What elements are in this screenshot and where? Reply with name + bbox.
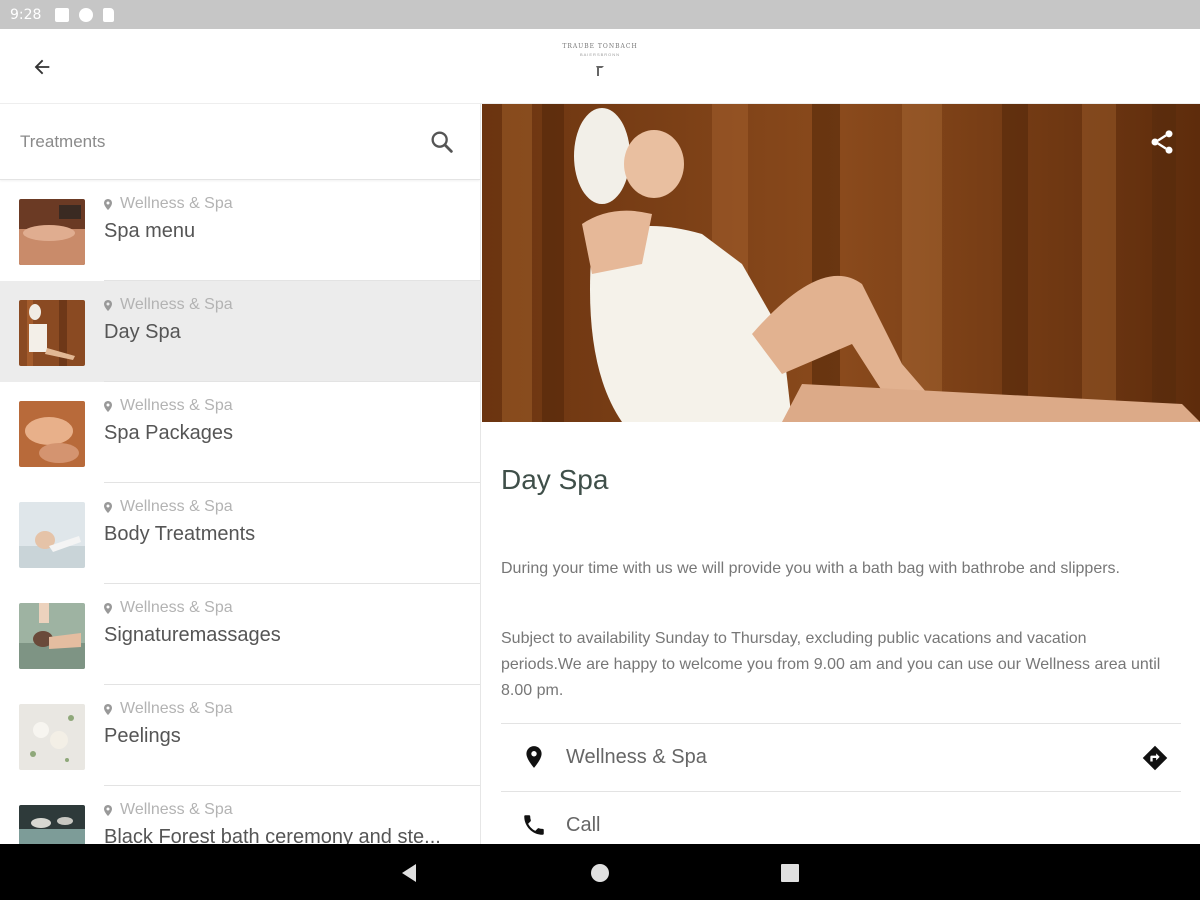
nav-recents-icon	[781, 864, 799, 882]
location-pin-icon	[104, 400, 112, 412]
back-button[interactable]	[24, 51, 60, 83]
item-category: Wellness & Spa	[104, 195, 233, 213]
list-item-black-forest-bath[interactable]: Wellness & Spa Black Forest bath ceremon…	[0, 786, 480, 844]
search-icon	[431, 131, 453, 153]
location-pin-icon	[104, 299, 112, 311]
item-category: Wellness & Spa	[104, 296, 233, 314]
status-bar: 9:28	[0, 0, 1200, 844]
item-category-label: Wellness & Spa	[120, 397, 233, 414]
share-button[interactable]	[1148, 128, 1176, 156]
item-category: Wellness & Spa	[104, 801, 233, 819]
item-category-label: Wellness & Spa	[120, 498, 233, 515]
item-category-label: Wellness & Spa	[120, 700, 233, 717]
item-title: Black Forest bath ceremony and ste...	[104, 826, 441, 844]
logo-subtitle: BAIERSBRONN	[579, 52, 621, 57]
search-button[interactable]	[428, 128, 456, 156]
item-thumbnail	[19, 704, 85, 770]
status-time: 9:28	[10, 6, 42, 23]
item-title: Spa Packages	[104, 422, 233, 444]
item-category: Wellness & Spa	[104, 700, 233, 718]
list-item-peelings[interactable]: Wellness & Spa Peelings	[0, 685, 480, 786]
detail-paragraph-2: Subject to availability Sunday to Thursd…	[501, 630, 1161, 699]
location-pin-icon	[104, 198, 112, 210]
location-row[interactable]: Wellness & Spa	[501, 723, 1181, 791]
detail-paragraph-1: During your time with us we will provide…	[501, 560, 1120, 577]
item-title: Day Spa	[104, 321, 181, 343]
logo-emblem-icon	[596, 66, 604, 76]
item-category: Wellness & Spa	[104, 498, 233, 516]
item-title: Peelings	[104, 725, 181, 747]
location-pin-icon	[104, 804, 112, 816]
item-thumbnail	[19, 603, 85, 669]
list-item-signaturemassages[interactable]: Wellness & Spa Signaturemassages	[0, 584, 480, 685]
item-title: Signaturemassages	[104, 624, 281, 646]
call-row[interactable]: Call	[501, 791, 1181, 844]
app-bar: TRAUBE TONBACH BAIERSBRONN	[0, 29, 1200, 104]
item-category-label: Wellness & Spa	[120, 599, 233, 616]
nav-home-icon	[591, 864, 609, 882]
location-pin-icon	[104, 501, 112, 513]
item-category: Wellness & Spa	[104, 397, 233, 415]
item-thumbnail	[19, 502, 85, 568]
list-item-body-treatments[interactable]: Wellness & Spa Body Treatments	[0, 483, 480, 584]
item-category-label: Wellness & Spa	[120, 195, 233, 212]
detail-title: Day Spa	[501, 464, 609, 495]
phone-icon	[524, 815, 544, 835]
location-pin-icon	[104, 703, 112, 715]
notification-icon	[55, 7, 70, 22]
share-icon	[1151, 130, 1173, 154]
item-thumbnail	[19, 805, 85, 844]
nav-home-button[interactable]	[589, 862, 611, 884]
location-label: Wellness & Spa	[566, 746, 707, 768]
arrow-back-icon	[34, 59, 50, 75]
hotel-logo: TRAUBE TONBACH BAIERSBRONN	[560, 43, 640, 91]
item-category-label: Wellness & Spa	[120, 296, 233, 313]
item-category-label: Wellness & Spa	[120, 801, 233, 818]
list-item-day-spa[interactable]: Wellness & Spa Day Spa	[0, 281, 480, 382]
treatments-list-panel: Wellness & Spa Spa menu Wellness & Spa D…	[0, 104, 481, 844]
directions-button[interactable]	[1141, 744, 1169, 772]
item-thumbnail	[19, 300, 85, 366]
item-thumbnail	[19, 401, 85, 467]
item-category: Wellness & Spa	[104, 599, 233, 617]
list-item-spa-menu[interactable]: Wellness & Spa Spa menu	[0, 180, 480, 281]
list-item-spa-packages[interactable]: Wellness & Spa Spa Packages	[0, 382, 480, 483]
hero-image	[482, 104, 1200, 422]
item-thumbnail	[19, 199, 85, 265]
nav-back-button[interactable]	[399, 862, 421, 884]
search-bar	[0, 104, 480, 180]
logo-name: TRAUBE TONBACH	[562, 43, 638, 50]
treatment-detail-panel: Day Spa During your time with us we will…	[482, 104, 1200, 844]
sd-card-icon	[103, 7, 115, 22]
nav-recents-button[interactable]	[779, 862, 801, 884]
directions-icon	[1142, 745, 1168, 771]
item-title: Spa menu	[104, 220, 196, 242]
item-title: Body Treatments	[104, 523, 256, 545]
location-pin-icon	[104, 602, 112, 614]
app-notification-icon	[79, 7, 94, 22]
search-input[interactable]	[20, 128, 410, 156]
call-label: Call	[566, 814, 601, 836]
system-nav-bar	[0, 844, 1200, 900]
treatments-list: Wellness & Spa Spa menu Wellness & Spa D…	[0, 180, 480, 844]
nav-back-icon	[402, 864, 416, 882]
location-pin-icon	[526, 746, 542, 768]
